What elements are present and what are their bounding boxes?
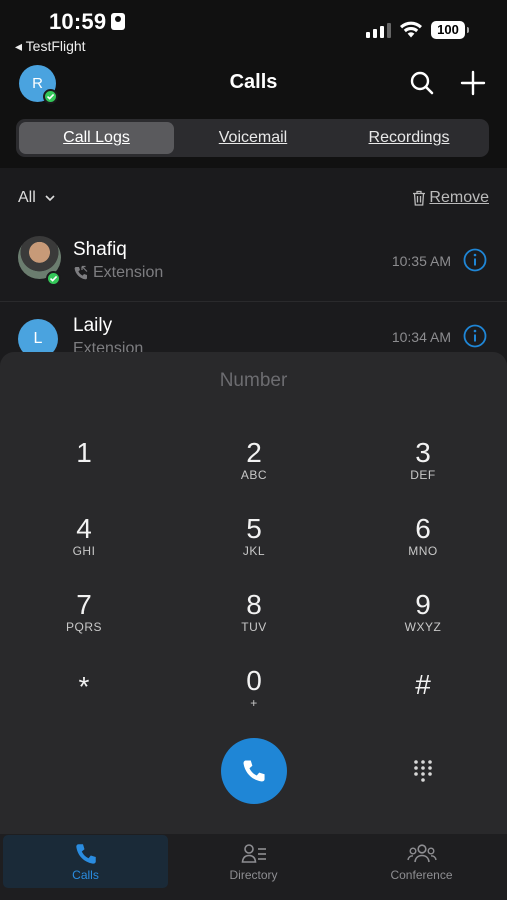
phone-screen: 10:59 ◂ TestFlight 100 R Calls Call Logs… [0,0,507,900]
phone-icon [75,844,96,864]
remove-label: Remove [429,189,489,206]
chevron-down-icon [45,195,55,201]
nav-conference-label: Conference [390,868,453,882]
wifi-icon [400,21,422,38]
call-type: Extension [73,264,163,282]
nav-conference[interactable]: Conference [339,835,504,888]
trash-icon [413,190,426,206]
dial-key-8[interactable]: 8 TUV [194,590,314,654]
group-icon [406,844,437,863]
battery-indicator: 100 [431,21,469,39]
dial-key-4[interactable]: 4 GHI [24,514,144,578]
dial-key-hash[interactable]: # [363,670,483,734]
presence-online-icon [46,271,61,286]
dial-key-star[interactable]: * [24,672,144,736]
segmented-tabs-bar: Call Logs Voicemail Recordings [0,110,507,168]
tab-call-logs[interactable]: Call Logs [19,122,174,154]
dial-key-9[interactable]: 9 WXYZ [363,590,483,654]
dial-key-6[interactable]: 6 MNO [363,514,483,578]
tab-voicemail[interactable]: Voicemail [178,122,328,154]
info-icon[interactable] [463,248,487,272]
call-button[interactable] [221,738,287,804]
keypad-grid-icon[interactable] [408,756,438,786]
nav-directory-label: Directory [229,868,278,882]
phone-icon [243,760,265,782]
contact-initial: L [33,330,43,347]
dial-key-1[interactable]: 1 [24,438,144,502]
call-time: 10:34 AM [391,329,451,345]
tab-recordings[interactable]: Recordings [332,122,486,154]
id-card-icon [111,13,125,30]
nav-directory[interactable]: Directory [171,835,336,888]
dial-key-5[interactable]: 5 JKL [194,514,314,578]
incoming-call-icon [74,265,88,280]
dial-key-2[interactable]: 2 ABC [194,438,314,502]
call-log-row[interactable]: Shafiq Extension 10:35 AM [0,226,507,302]
call-time: 10:35 AM [391,253,451,269]
status-time: 10:59 [49,9,107,34]
dial-key-3[interactable]: 3 DEF [363,438,483,502]
filter-dropdown[interactable]: All [18,189,56,207]
cellular-signal-icon [366,22,391,38]
call-type-label: Extension [93,264,164,281]
bottom-navigation: Calls Directory Conference [0,834,507,900]
dial-key-0[interactable]: 0 + [194,666,314,730]
segmented-tabs: Call Logs Voicemail Recordings [16,119,489,157]
number-field[interactable]: Number [0,370,507,392]
remove-button[interactable]: Remove [412,189,489,207]
filter-label: All [18,189,36,206]
app-header: R Calls [0,58,507,110]
status-bar: 10:59 ◂ TestFlight 100 [0,0,507,58]
contact-name: Laily [73,315,113,336]
nav-calls[interactable]: Calls [3,835,168,888]
dial-key-7[interactable]: 7 PQRS [24,590,144,654]
info-icon[interactable] [463,324,487,348]
dialpad-sheet: Number 1 2 ABC 3 DEF 4 GHI 5 JKL 6 MNO 7 PQRS … [0,352,507,834]
add-icon[interactable] [459,69,487,97]
back-to-app-link[interactable]: ◂ TestFlight [15,38,86,55]
search-icon[interactable] [408,69,436,97]
contacts-list-icon [241,844,266,863]
contact-name: Shafiq [73,239,127,260]
nav-calls-label: Calls [72,868,99,882]
